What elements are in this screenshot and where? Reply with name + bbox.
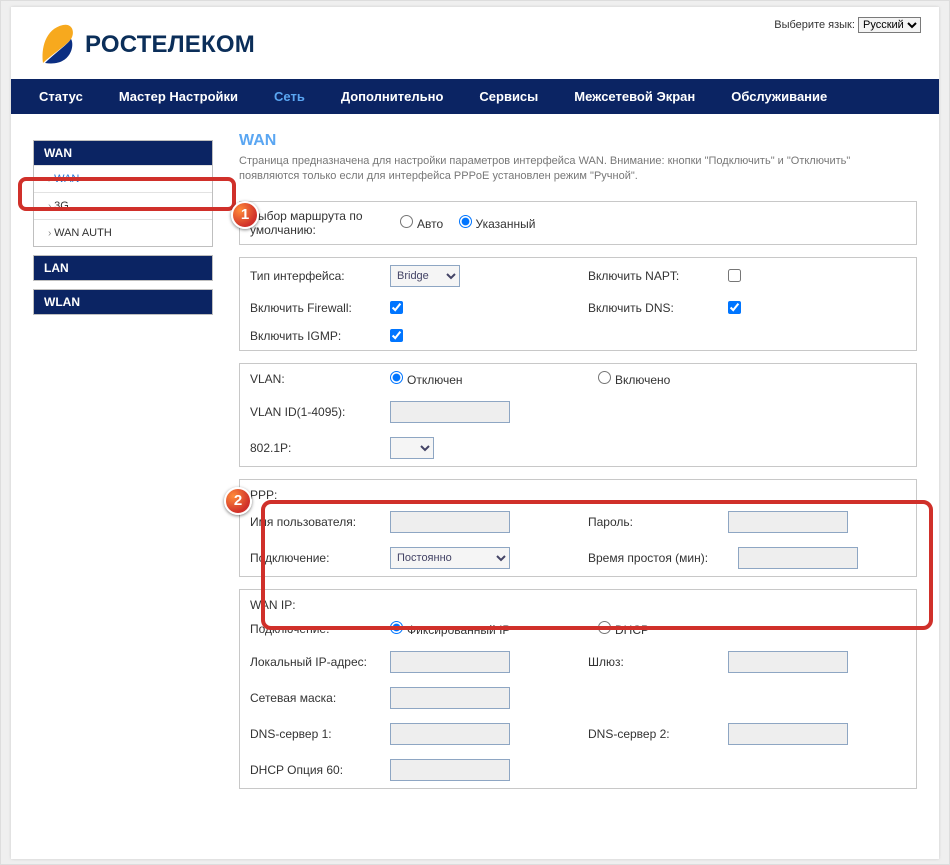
wanip-dns1-input[interactable] (390, 723, 510, 745)
wanip-mask-label: Сетевая маска: (250, 691, 390, 705)
page-description: Страница предназначена для настройки пар… (239, 154, 879, 185)
wanip-gw-input[interactable] (728, 651, 848, 673)
nav-wizard[interactable]: Мастер Настройки (101, 79, 256, 114)
sidebar-head-wlan[interactable]: WLAN (34, 290, 212, 314)
nav-advanced[interactable]: Дополнительно (323, 79, 462, 114)
route-specified-radio[interactable] (459, 215, 472, 228)
annotation-badge-1: 1 (231, 201, 259, 229)
annotation-badge-2: 2 (224, 487, 252, 515)
wanip-local-label: Локальный IP-адрес: (250, 655, 390, 669)
iface-igmp-checkbox[interactable] (390, 329, 403, 342)
route-auto-radio[interactable] (400, 215, 413, 228)
vlan-off-radio[interactable] (390, 371, 403, 384)
iface-type-select[interactable]: Bridge (390, 265, 460, 287)
ppp-idle-label: Время простоя (мин): (588, 551, 738, 565)
ppp-pass-label: Пароль: (588, 515, 728, 529)
page-title: WAN (239, 132, 917, 150)
iface-napt-label: Включить NAPT: (588, 269, 728, 283)
iface-dns-label: Включить DNS: (588, 301, 728, 315)
route-auto-option[interactable]: Авто (400, 215, 443, 231)
route-specified-option[interactable]: Указанный (459, 215, 536, 231)
nav-maintenance[interactable]: Обслуживание (713, 79, 845, 114)
iface-fw-label: Включить Firewall: (250, 301, 390, 315)
nav-network[interactable]: Сеть (256, 79, 323, 114)
wanip-opt60-label: DHCP Опция 60: (250, 763, 390, 777)
iface-fw-checkbox[interactable] (390, 301, 403, 314)
ppp-user-label: Имя пользователя: (250, 515, 390, 529)
wanip-dhcp-radio[interactable] (598, 621, 611, 634)
panel-interface: Тип интерфейса: Bridge Включить NAPT: Вк… (239, 257, 917, 351)
nav-firewall[interactable]: Межсетевой Экран (556, 79, 713, 114)
vlan-on-radio[interactable] (598, 371, 611, 384)
iface-type-label: Тип интерфейса: (250, 269, 390, 283)
wanip-dns2-input[interactable] (728, 723, 848, 745)
main-nav: Статус Мастер Настройки Сеть Дополнитель… (11, 79, 939, 114)
vlan-label: VLAN: (250, 372, 390, 386)
panel-wanip: WAN IP: Подключение: Фиксированный IP DH… (239, 589, 917, 789)
panel-default-route: Выбор маршрута по умолчанию: Авто Указан… (239, 201, 917, 245)
sidebar: WAN WAN 3G WAN AUTH LAN WLAN (33, 132, 213, 801)
wanip-gw-label: Шлюз: (588, 655, 728, 669)
sidebar-head-wan[interactable]: WAN (34, 141, 212, 165)
wanip-mask-input[interactable] (390, 687, 510, 709)
language-label: Выберите язык: (774, 19, 855, 31)
panel-ppp: PPP: Имя пользователя: Пароль: Подключен… (239, 479, 917, 577)
vlan-8021p-label: 802.1P: (250, 441, 390, 455)
wanip-fixed-option[interactable]: Фиксированный IP (390, 621, 510, 637)
sidebar-head-lan[interactable]: LAN (34, 256, 212, 280)
vlan-on-option[interactable]: Включено (598, 371, 670, 387)
ppp-pass-input[interactable] (728, 511, 848, 533)
wanip-local-input[interactable] (390, 651, 510, 673)
iface-dns-checkbox[interactable] (728, 301, 741, 314)
wanip-conn-label: Подключение: (250, 622, 390, 636)
nav-services[interactable]: Сервисы (461, 79, 556, 114)
wanip-dns1-label: DNS-сервер 1: (250, 727, 390, 741)
rostelecom-logo-icon (37, 19, 77, 71)
vlan-off-option[interactable]: Отключен (390, 371, 463, 387)
iface-napt-checkbox[interactable] (728, 269, 741, 282)
wanip-fixed-radio[interactable] (390, 621, 403, 634)
sidebar-item-wan[interactable]: WAN (34, 165, 212, 192)
wanip-dns2-label: DNS-сервер 2: (588, 727, 728, 741)
wanip-section-label: WAN IP: (240, 590, 916, 614)
ppp-section-label: PPP: (240, 480, 916, 504)
wanip-dhcp-option[interactable]: DHCP (598, 621, 649, 637)
language-select[interactable]: Русский (858, 17, 921, 33)
ppp-user-input[interactable] (390, 511, 510, 533)
ppp-idle-input[interactable] (738, 547, 858, 569)
route-label: Выбор маршрута по умолчанию: (250, 209, 400, 237)
vlan-id-label: VLAN ID(1-4095): (250, 405, 390, 419)
iface-igmp-label: Включить IGMP: (250, 329, 390, 343)
main-content: WAN Страница предназначена для настройки… (239, 132, 917, 801)
ppp-conn-label: Подключение: (250, 551, 390, 565)
vlan-id-input[interactable] (390, 401, 510, 423)
vlan-8021p-select[interactable] (390, 437, 434, 459)
panel-vlan: VLAN: Отключен Включено VLAN ID(1-4095): (239, 363, 917, 467)
sidebar-item-3g[interactable]: 3G (34, 192, 212, 219)
sidebar-item-wanauth[interactable]: WAN AUTH (34, 219, 212, 246)
wanip-opt60-input[interactable] (390, 759, 510, 781)
ppp-conn-select[interactable]: Постоянно (390, 547, 510, 569)
nav-status[interactable]: Статус (21, 79, 101, 114)
brand-name: РОСТЕЛЕКОМ (85, 31, 255, 59)
